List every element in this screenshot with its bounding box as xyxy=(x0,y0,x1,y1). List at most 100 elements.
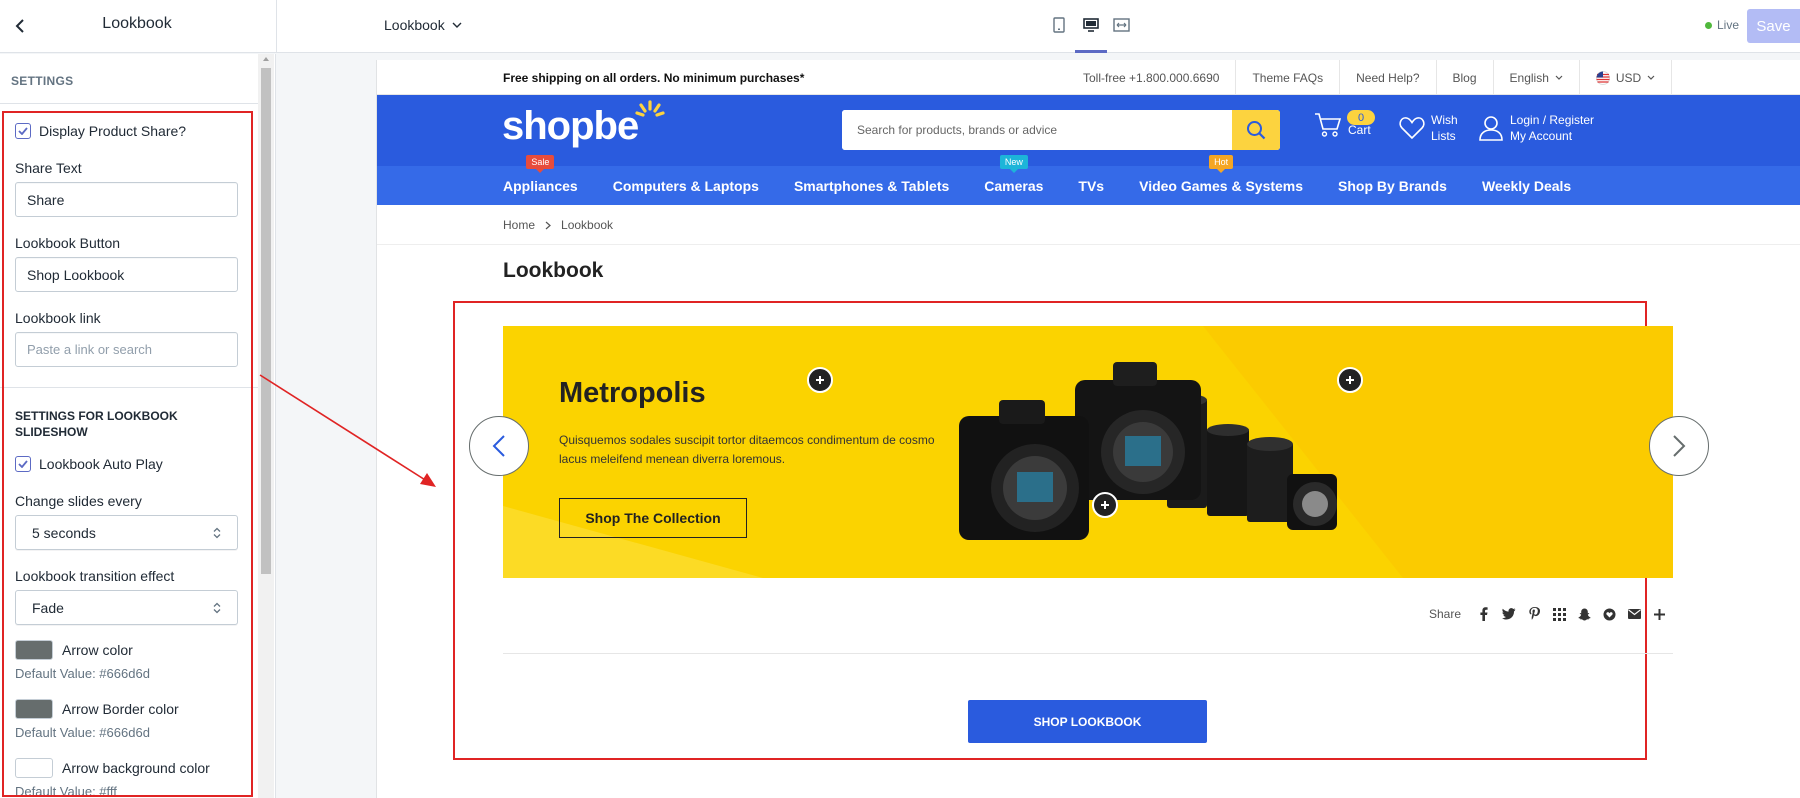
nav-badge: Hot xyxy=(1209,154,1234,173)
chevron-down-icon xyxy=(1647,75,1655,80)
apps-grid-icon[interactable] xyxy=(1551,606,1567,622)
blog-link[interactable]: Blog xyxy=(1435,60,1493,95)
lookbook-autoplay-checkbox[interactable]: Lookbook Auto Play xyxy=(15,456,163,472)
slide-heading: Metropolis xyxy=(559,377,706,409)
arrow-bg-color-label: Arrow background color xyxy=(62,760,210,776)
fullscreen-view-button[interactable] xyxy=(1108,12,1134,38)
arrow-border-color-swatch[interactable] xyxy=(15,699,53,719)
product-hotspot[interactable] xyxy=(1092,492,1118,518)
snapchat-icon[interactable] xyxy=(1576,606,1592,622)
shop-collection-button[interactable]: Shop The Collection xyxy=(559,498,747,538)
change-slides-value: 5 seconds xyxy=(32,524,96,541)
tollfree-link[interactable]: Toll-free +1.800.000.6690 xyxy=(1067,60,1235,95)
language-label: English xyxy=(1509,70,1549,85)
breadcrumb-current: Lookbook xyxy=(561,218,614,232)
live-status: Live xyxy=(1705,18,1739,32)
desktop-view-button[interactable] xyxy=(1078,12,1104,38)
share-text-label: Share Text xyxy=(15,160,82,176)
nav-item-label: Shop By Brands xyxy=(1338,177,1447,194)
checkbox-checked-icon[interactable] xyxy=(15,123,31,139)
lookbook-link-label: Lookbook link xyxy=(15,310,101,326)
wishlist-label-line2: Lists xyxy=(1431,129,1456,143)
select-arrows-icon xyxy=(213,527,221,539)
arrow-color-default: Default Value: #666d6d xyxy=(15,666,150,681)
cart-button[interactable]: 0 Cart xyxy=(1314,110,1375,138)
save-button[interactable]: Save xyxy=(1747,9,1800,43)
account-button[interactable]: Login / Register My Account xyxy=(1478,112,1594,144)
nav-item[interactable]: Video Games & Systems Hot xyxy=(1139,154,1303,194)
nav-item[interactable]: Cameras New xyxy=(984,154,1044,194)
heart-message-icon[interactable] xyxy=(1601,606,1617,622)
lookbook-button-input[interactable] xyxy=(15,257,238,292)
change-slides-label: Change slides every xyxy=(15,493,142,509)
transition-effect-value: Fade xyxy=(32,599,64,616)
pinterest-icon[interactable] xyxy=(1526,606,1542,622)
my-account-link[interactable]: My Account xyxy=(1510,128,1594,144)
wishlist-button[interactable]: Wish Lists xyxy=(1399,112,1458,144)
back-button[interactable] xyxy=(8,14,32,38)
sun-icon xyxy=(634,98,668,128)
twitter-icon[interactable] xyxy=(1501,606,1517,622)
arrow-bg-color-swatch[interactable] xyxy=(15,758,53,778)
search-input[interactable] xyxy=(842,110,1232,150)
expand-icon xyxy=(1112,18,1130,32)
change-slides-select[interactable]: 5 seconds xyxy=(15,515,238,550)
checkbox-checked-icon[interactable] xyxy=(15,456,31,472)
arrow-color-swatch[interactable] xyxy=(15,640,53,660)
mobile-icon xyxy=(1053,17,1065,33)
nav-item-label: Cameras xyxy=(984,177,1044,194)
breadcrumb: Home Lookbook xyxy=(503,218,613,232)
shop-lookbook-button[interactable]: SHOP LOOKBOOK xyxy=(968,700,1207,743)
desktop-icon xyxy=(1083,17,1099,33)
nav-item[interactable]: Weekly Deals xyxy=(1482,178,1571,194)
arrow-color-row: Arrow color xyxy=(15,640,133,660)
nav-item[interactable]: Shop By Brands xyxy=(1338,178,1447,194)
nav-item[interactable]: Appliances Sale xyxy=(503,154,578,194)
product-hotspot[interactable] xyxy=(807,367,833,393)
slide-next-button[interactable] xyxy=(1649,416,1709,476)
store-logo[interactable]: shopbe xyxy=(502,100,668,154)
share-text-input[interactable] xyxy=(15,182,238,217)
breadcrumb-home[interactable]: Home xyxy=(503,218,535,232)
mail-icon[interactable] xyxy=(1626,606,1642,622)
theme-faqs-link[interactable]: Theme FAQs xyxy=(1235,60,1339,95)
nav-items: Appliances Sale Computers & Laptops Smartph… xyxy=(503,154,1571,205)
lookbook-link-input[interactable] xyxy=(15,332,238,367)
plus-icon[interactable] xyxy=(1651,606,1667,622)
page-selector[interactable]: Lookbook xyxy=(384,14,462,36)
transition-effect-select[interactable]: Fade xyxy=(15,590,238,625)
divider xyxy=(503,653,1673,654)
scroll-up-icon[interactable] xyxy=(263,57,269,61)
arrow-border-color-default: Default Value: #666d6d xyxy=(15,725,150,740)
chevron-right-icon xyxy=(1672,434,1686,458)
slideshow-settings-heading: SETTINGS FOR LOOKBOOK SLIDESHOW xyxy=(15,409,178,439)
nav-item[interactable]: TVs xyxy=(1078,178,1104,194)
nav-item[interactable]: Smartphones & Tablets xyxy=(794,178,949,194)
lookbook-slide: Metropolis Quisquemos sodales suscipit t… xyxy=(503,326,1673,578)
user-icon xyxy=(1478,115,1504,141)
need-help-link[interactable]: Need Help? xyxy=(1339,60,1435,95)
badge-caret-icon xyxy=(1009,168,1018,173)
product-hotspot[interactable] xyxy=(1337,367,1363,393)
slide-prev-button[interactable] xyxy=(469,416,529,476)
live-label: Live xyxy=(1717,18,1740,32)
arrow-border-color-label: Arrow Border color xyxy=(62,701,179,717)
sidebar-scrollbar[interactable] xyxy=(258,54,274,798)
language-select[interactable]: English xyxy=(1492,60,1579,95)
nav-item[interactable]: Computers & Laptops xyxy=(613,178,759,194)
mobile-view-button[interactable] xyxy=(1046,12,1072,38)
display-product-share-checkbox[interactable]: Display Product Share? xyxy=(15,123,186,139)
scroll-thumb[interactable] xyxy=(261,68,271,574)
search-button[interactable] xyxy=(1232,110,1280,150)
search-bar xyxy=(842,110,1280,150)
arrow-color-label: Arrow color xyxy=(62,642,133,658)
login-register-link[interactable]: Login / Register xyxy=(1510,112,1594,128)
page-selector-label: Lookbook xyxy=(384,17,445,33)
lookbook-autoplay-label: Lookbook Auto Play xyxy=(39,456,163,472)
facebook-icon[interactable] xyxy=(1476,606,1492,622)
chevron-left-icon xyxy=(15,19,25,33)
plus-icon xyxy=(1345,375,1355,385)
store-header: shopbe Search for products, brands or ad… xyxy=(377,95,1800,166)
currency-select[interactable]: USD xyxy=(1578,60,1673,95)
chevron-left-icon xyxy=(492,434,506,458)
